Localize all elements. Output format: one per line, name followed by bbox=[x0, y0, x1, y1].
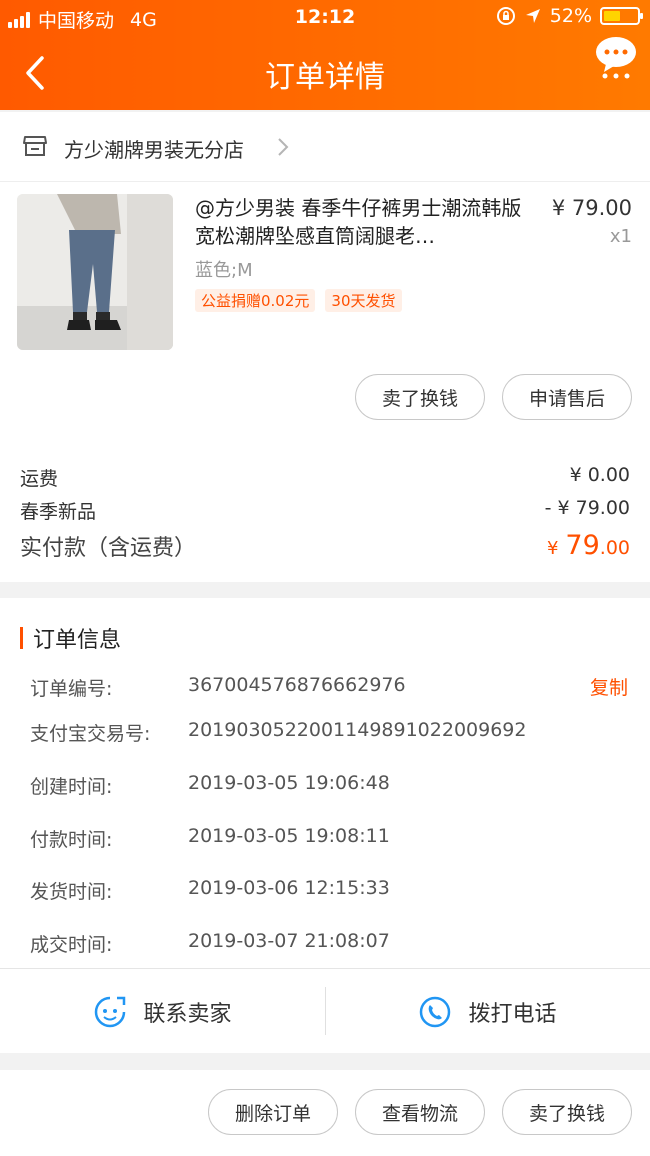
copy-button[interactable]: 复制 bbox=[590, 673, 628, 700]
shipping-label: 运费 bbox=[20, 468, 59, 490]
discount-row: 春季新品 - ¥ 79.00 bbox=[20, 497, 630, 524]
paid-time-label: 付款时间: bbox=[30, 829, 113, 851]
shipped-time-value: 2019-03-06 12:15:33 bbox=[188, 877, 390, 899]
order-number-value: 367004576876662976 bbox=[188, 674, 406, 696]
product-title[interactable]: @方少男装 春季牛仔裤男士潮流韩版宽松潮牌坠感直筒阔腿老… bbox=[195, 194, 525, 250]
created-time-value: 2019-03-05 19:06:48 bbox=[188, 772, 390, 794]
discount-label: 春季新品 bbox=[20, 501, 97, 523]
shop-row[interactable]: 方少潮牌男装无分店 bbox=[0, 112, 650, 182]
paid-time-value: 2019-03-05 19:08:11 bbox=[188, 825, 390, 847]
chevron-right-icon bbox=[278, 138, 289, 156]
paid-row: 实付款（含运费） ¥ 79.00 bbox=[20, 530, 630, 562]
completed-time-value: 2019-03-07 21:08:07 bbox=[188, 930, 390, 952]
discount-value: - ¥ 79.00 bbox=[544, 497, 630, 519]
section-accent-bar bbox=[20, 627, 23, 649]
chat-face-icon bbox=[95, 996, 126, 1027]
tag-donation: 公益捐赠0.02元 bbox=[195, 289, 316, 312]
call-phone-button[interactable]: 拨打电话 bbox=[325, 969, 650, 1054]
product-card: @方少男装 春季牛仔裤男士潮流韩版宽松潮牌坠感直筒阔腿老… ¥ 79.00 x1… bbox=[0, 182, 650, 450]
paid-currency: ¥ bbox=[546, 538, 559, 559]
order-info-header: 订单信息 bbox=[20, 622, 121, 654]
paid-label: 实付款（含运费） bbox=[20, 536, 197, 561]
paid-value: ¥ 79.00 bbox=[547, 530, 630, 562]
order-info-section: 订单信息 订单编号: 367004576876662976 复制 支付宝交易号:… bbox=[0, 598, 650, 1053]
bottom-action-bar: 删除订单 查看物流 卖了换钱 bbox=[0, 1070, 650, 1156]
order-number-label: 订单编号: bbox=[30, 678, 113, 700]
contact-seller-label: 联系卖家 bbox=[143, 1001, 232, 1027]
paid-integer: 79 bbox=[565, 530, 600, 561]
order-info-title: 订单信息 bbox=[33, 628, 122, 653]
more-chat-icon[interactable] bbox=[594, 36, 638, 80]
battery-icon bbox=[600, 7, 643, 25]
page-title: 订单详情 bbox=[265, 60, 385, 95]
battery-percent: 52% bbox=[549, 5, 592, 27]
sell-button[interactable]: 卖了换钱 bbox=[355, 374, 485, 420]
bottom-sell-button[interactable]: 卖了换钱 bbox=[502, 1089, 632, 1135]
alipay-number-value: 2019030522001149891022009692 bbox=[188, 719, 527, 741]
location-icon bbox=[525, 9, 540, 23]
shop-icon bbox=[23, 136, 47, 156]
call-phone-label: 拨打电话 bbox=[468, 1001, 557, 1027]
product-spec: 蓝色;M bbox=[195, 260, 253, 281]
completed-time-label: 成交时间: bbox=[30, 934, 113, 956]
tag-shipping: 30天发货 bbox=[325, 289, 402, 312]
product-tags: 公益捐赠0.02元 30天发货 bbox=[195, 289, 402, 312]
fee-summary: 运费 ¥ 0.00 春季新品 - ¥ 79.00 实付款（含运费） ¥ 79.0… bbox=[0, 450, 650, 582]
delete-order-button[interactable]: 删除订单 bbox=[208, 1089, 338, 1135]
product-quantity: x1 bbox=[609, 226, 632, 247]
product-price: ¥ 79.00 bbox=[551, 196, 632, 220]
contact-seller-button[interactable]: 联系卖家 bbox=[0, 969, 325, 1054]
product-thumbnail[interactable] bbox=[17, 194, 173, 350]
view-logistics-button[interactable]: 查看物流 bbox=[355, 1089, 485, 1135]
created-time-label: 创建时间: bbox=[30, 776, 113, 798]
contact-bar: 联系卖家 拨打电话 bbox=[0, 968, 650, 1053]
shop-name[interactable]: 方少潮牌男装无分店 bbox=[64, 134, 244, 163]
alipay-number-label: 支付宝交易号: bbox=[30, 723, 151, 745]
orientation-lock-icon bbox=[496, 7, 515, 25]
paid-decimal: .00 bbox=[599, 537, 630, 559]
after-sale-button[interactable]: 申请售后 bbox=[502, 374, 632, 420]
shipping-value: ¥ 0.00 bbox=[569, 464, 630, 486]
header: 中国移动 4G 12:12 52% 订单详情 bbox=[0, 0, 650, 110]
shipped-time-label: 发货时间: bbox=[30, 881, 113, 903]
status-bar: 中国移动 4G 12:12 52% bbox=[0, 0, 650, 36]
phone-icon bbox=[420, 996, 451, 1027]
shipping-row: 运费 ¥ 0.00 bbox=[20, 464, 630, 491]
